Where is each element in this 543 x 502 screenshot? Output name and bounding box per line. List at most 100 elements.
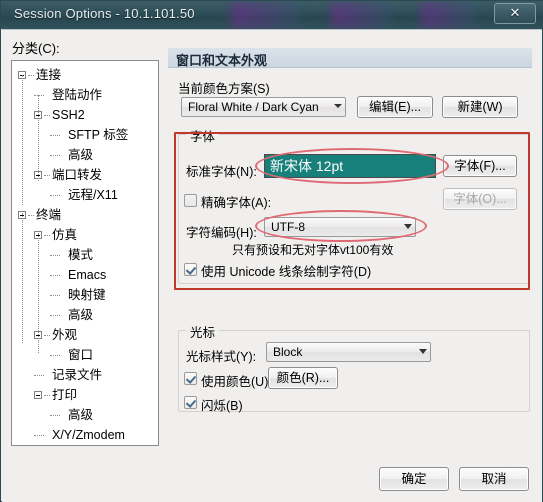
tree-connector: [34, 375, 44, 377]
tree-connector: [50, 275, 60, 277]
title-bar: Session Options - 10.1.101.50 ✕: [1, 1, 543, 29]
cursor-use-color-label: 使用颜色(U):: [201, 375, 272, 389]
tree-connector: [50, 415, 60, 417]
tree-connector: [50, 315, 60, 317]
tree-item-label: 窗口: [68, 348, 94, 362]
chevron-down-icon[interactable]: [404, 224, 412, 229]
tree-connector: [28, 215, 34, 217]
tree-item-label: 高级: [68, 148, 94, 162]
tree-item[interactable]: 远程/X11: [12, 185, 158, 205]
category-label: 分类(C):: [12, 41, 60, 56]
tree-item-label: SSH2: [52, 108, 85, 122]
tree-item[interactable]: 终端: [12, 205, 158, 225]
tree-item[interactable]: 映射键: [12, 285, 158, 305]
session-options-dialog: Session Options - 10.1.101.50 ✕ 分类(C): 连…: [0, 0, 543, 502]
tree-connector: [38, 95, 40, 181]
panel-header-title: 窗口和文本外观: [176, 53, 268, 68]
tree-connector: [38, 233, 40, 353]
tree-item[interactable]: 仿真: [12, 225, 158, 245]
tree-item[interactable]: 端口转发: [12, 165, 158, 185]
cursor-style-label: 光标样式(Y):: [186, 350, 257, 364]
titlebar-glow-2: [331, 1, 391, 29]
exact-font-label: 精确字体(A):: [201, 196, 272, 210]
tree-connector: [28, 75, 34, 77]
unicode-line-drawing-label: 使用 Unicode 线条绘制字符(D): [201, 265, 372, 279]
tree-item[interactable]: 连接: [12, 65, 158, 85]
tree-item[interactable]: 高级: [12, 305, 158, 325]
tree-item[interactable]: 外观: [12, 325, 158, 345]
tree-item-label: 外观: [52, 328, 78, 342]
charset-hint: 只有预设和无对字体vt100有效: [232, 243, 394, 257]
tree-item[interactable]: 高级: [12, 405, 158, 425]
tree-connector: [44, 395, 50, 397]
tree-item-label: Emacs: [68, 268, 107, 282]
tree-connector: [50, 155, 60, 157]
close-icon[interactable]: ✕: [494, 3, 536, 24]
tree-item[interactable]: 记录文件: [12, 365, 158, 385]
tree-item[interactable]: X/Y/Zmodem: [12, 425, 158, 445]
tree-item-label: 仿真: [52, 228, 78, 242]
cursor-group-title: 光标: [186, 322, 220, 341]
tree-item-label: 远程/X11: [68, 188, 118, 202]
tree-item-label: 记录文件: [52, 368, 103, 382]
cancel-button[interactable]: 取消: [459, 467, 529, 491]
tree-item-label: SFTP 标签: [68, 128, 129, 142]
tree-connector: [22, 213, 24, 343]
edit-scheme-button[interactable]: 编辑(E)...: [357, 96, 433, 118]
unicode-line-drawing-checkbox[interactable]: [184, 263, 197, 276]
chevron-down-icon[interactable]: [334, 104, 342, 108]
normal-font-button[interactable]: 字体(F)...: [443, 155, 517, 177]
tree-item[interactable]: 模式: [12, 245, 158, 265]
tree-connector: [50, 355, 60, 357]
tree-item-label: 端口转发: [52, 168, 103, 182]
tree-connector: [22, 75, 24, 205]
tree-item-label: 高级: [68, 408, 94, 422]
cursor-color-button[interactable]: 颜色(R)...: [268, 367, 338, 389]
tree-item-label: 终端: [36, 208, 62, 222]
tree-item[interactable]: SSH2: [12, 105, 158, 125]
titlebar-glow-3: [421, 1, 476, 29]
tree-item-label: 模式: [68, 248, 94, 262]
tree-connector: [50, 135, 60, 137]
tree-connector: [44, 335, 50, 337]
tree-item[interactable]: 窗口: [12, 345, 158, 365]
chevron-down-icon[interactable]: [419, 349, 427, 354]
tree-expander-icon[interactable]: [34, 391, 42, 399]
tree-item[interactable]: 登陆动作: [12, 85, 158, 105]
exact-font-checkbox[interactable]: [184, 194, 197, 207]
tree-connector: [44, 115, 50, 117]
tree-connector: [44, 235, 50, 237]
ok-button[interactable]: 确定: [379, 467, 449, 491]
tree-connector: [50, 255, 60, 257]
charset-label: 字符编码(H):: [186, 226, 257, 240]
tree-connector: [50, 295, 60, 297]
tree-connector: [44, 175, 50, 177]
cursor-style-select[interactable]: Block: [266, 342, 431, 362]
cursor-blink-label: 闪烁(B): [201, 399, 243, 413]
window-title: Session Options - 10.1.101.50: [14, 6, 195, 21]
cursor-use-color-checkbox[interactable]: [184, 372, 197, 385]
tree-item-label: 登陆动作: [52, 88, 103, 102]
exact-font-button: 字体(O)...: [443, 188, 517, 210]
tree-item[interactable]: 高级: [12, 145, 158, 165]
category-tree[interactable]: 连接 登陆动作 SSH2 SFTP 标签 高级 端口转发 远程/X11 终端 仿真 模式 Emacs…: [11, 60, 159, 446]
tree-item-label: 连接: [36, 68, 62, 82]
tree-item-label: 打印: [52, 388, 78, 402]
tree-item-label: 高级: [68, 308, 94, 322]
panel-header: 窗口和文本外观: [168, 48, 532, 68]
tree-item[interactable]: 打印: [12, 385, 158, 405]
tree-item-label: 映射键: [68, 288, 106, 302]
new-scheme-button[interactable]: 新建(W): [442, 96, 518, 118]
normal-font-label: 标准字体(N):: [186, 165, 257, 179]
cursor-blink-checkbox[interactable]: [184, 396, 197, 409]
tree-connector: [34, 435, 44, 437]
color-scheme-label: 当前颜色方案(S): [178, 82, 270, 96]
normal-font-input[interactable]: 新宋体 12pt: [264, 154, 436, 178]
charset-select[interactable]: UTF-8: [264, 217, 416, 237]
tree-item[interactable]: Emacs: [12, 265, 158, 285]
font-group-title: 字体: [186, 126, 220, 145]
color-scheme-select[interactable]: Floral White / Dark Cyan: [181, 97, 346, 117]
titlebar-glow-1: [231, 1, 301, 29]
dialog-client-area: 分类(C): 连接 登陆动作 SSH2 SFTP 标签 高级 端口转发 远程/X11 终端 仿真…: [2, 29, 542, 502]
tree-item[interactable]: SFTP 标签: [12, 125, 158, 145]
